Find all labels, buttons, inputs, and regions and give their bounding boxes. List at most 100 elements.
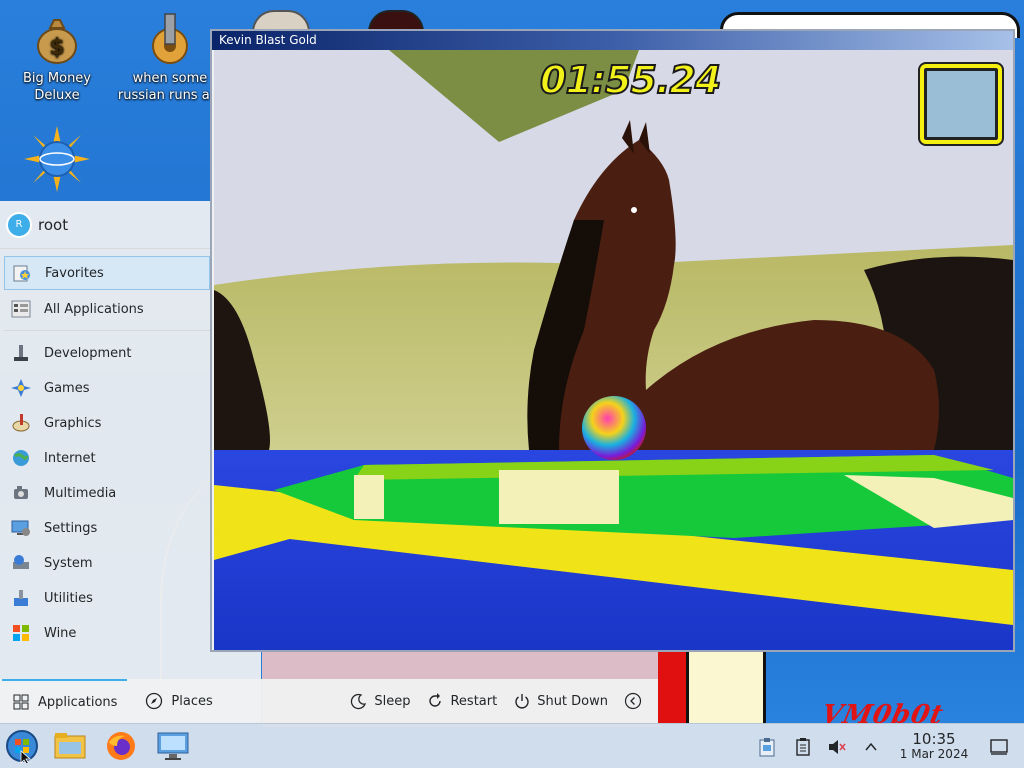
- launcher-item-label: Graphics: [44, 415, 102, 431]
- avatar: R: [6, 211, 32, 238]
- desktop-icon-label: when some russian runs a...: [117, 71, 223, 103]
- platform-stripe: [499, 470, 619, 524]
- game-timer: 01:55.24: [539, 57, 722, 103]
- clock[interactable]: 10:35 1 Mar 2024: [886, 729, 982, 762]
- sleep-label: Sleep: [374, 693, 411, 709]
- system-icon: [10, 552, 32, 574]
- launcher-divider: [4, 330, 210, 331]
- launcher-category-system[interactable]: System: [4, 546, 210, 580]
- clock-time: 10:35: [912, 729, 956, 748]
- launcher-item-label: System: [44, 555, 93, 571]
- start-menu-icon: [6, 730, 38, 763]
- gear-icon: [152, 13, 188, 64]
- launcher-item-label: Utilities: [44, 590, 93, 606]
- utilities-icon: [10, 587, 32, 609]
- system-settings-icon: [157, 732, 189, 760]
- clipboard-tray-button[interactable]: [756, 736, 778, 758]
- file-manager-icon: [54, 733, 86, 759]
- tab-label: Applications: [38, 694, 118, 710]
- launcher-item-label: Wine: [44, 625, 77, 641]
- game-viewport[interactable]: 01:55.24: [214, 50, 1013, 650]
- taskbar: 10:35 1 Mar 2024: [0, 723, 1024, 768]
- horse-eye: [631, 207, 637, 213]
- desktop-icon-label: Big Money Deluxe: [22, 71, 91, 103]
- clock-date: 1 Mar 2024: [899, 746, 969, 761]
- desktop-icon-globe[interactable]: [7, 126, 107, 196]
- application-launcher: R root Favorites All Applications Develo…: [0, 201, 211, 723]
- games-icon: [10, 377, 32, 399]
- shut-down-label: Shut Down: [537, 693, 608, 709]
- user-name: root: [38, 215, 69, 234]
- game-window[interactable]: Kevin Blast Gold 01:55.24: [210, 29, 1015, 652]
- volume-tray-button[interactable]: [826, 736, 848, 758]
- power-icon: [513, 692, 531, 710]
- wine-icon: [10, 622, 32, 644]
- compass-icon: [145, 692, 163, 710]
- launcher-category-internet[interactable]: Internet: [4, 441, 210, 475]
- restart-icon: [426, 692, 444, 710]
- desktop-icon-big-money[interactable]: $ Big Money Deluxe: [7, 12, 107, 104]
- sleep-icon: [350, 692, 368, 710]
- sleep-button[interactable]: Sleep: [342, 679, 418, 723]
- start-menu-button[interactable]: [4, 728, 40, 764]
- system-settings-button[interactable]: [155, 728, 191, 764]
- launcher-category-utilities[interactable]: Utilities: [4, 581, 210, 615]
- system-tray: 10:35 1 Mar 2024: [752, 724, 1024, 768]
- clipboard-icon: [759, 737, 775, 756]
- launcher-item-label: Favorites: [45, 265, 104, 281]
- restart-label: Restart: [450, 693, 498, 709]
- tab-places[interactable]: Places: [135, 679, 222, 723]
- shut-down-button[interactable]: Shut Down: [505, 679, 616, 723]
- launcher-item-label: Settings: [44, 520, 98, 536]
- wallpaper-red-bar: [658, 652, 686, 724]
- chevron-up-icon: [865, 742, 877, 750]
- multimedia-icon: [10, 482, 32, 504]
- money-bag-icon: $: [37, 19, 77, 64]
- marble-ball: [582, 396, 646, 460]
- show-desktop-icon: [990, 738, 1008, 755]
- launcher-item-label: Multimedia: [44, 485, 117, 501]
- launcher-item-favorites[interactable]: Favorites: [4, 256, 210, 290]
- volume-muted-icon: [829, 739, 846, 754]
- settings-icon: [10, 517, 32, 539]
- more-options-button[interactable]: [616, 679, 658, 723]
- show-desktop-button[interactable]: [988, 736, 1010, 758]
- launcher-user-header[interactable]: R root: [0, 201, 211, 249]
- launcher-category-wine[interactable]: Wine: [4, 616, 210, 650]
- launcher-category-development[interactable]: Development: [4, 336, 210, 370]
- favorites-icon: [11, 262, 33, 284]
- all-applications-icon: [10, 298, 32, 320]
- launcher-item-label: Development: [44, 345, 132, 361]
- wallpaper-paper: [686, 652, 766, 724]
- desktop-icon-russian[interactable]: when some russian runs a...: [117, 12, 223, 104]
- launcher-item-label: Internet: [44, 450, 96, 466]
- tray-expand-button[interactable]: [860, 736, 882, 758]
- svg-text:$: $: [49, 35, 64, 60]
- chevron-left-icon: [624, 692, 642, 710]
- internet-icon: [10, 447, 32, 469]
- launcher-category-games[interactable]: Games: [4, 371, 210, 405]
- game-scene: [214, 50, 1013, 650]
- tab-label: Places: [171, 693, 213, 709]
- globe-sun-icon: [24, 126, 90, 192]
- firefox-icon: [107, 732, 135, 760]
- graphics-icon: [10, 412, 32, 434]
- tab-applications[interactable]: Applications: [2, 679, 128, 723]
- launcher-category-settings[interactable]: Settings: [4, 511, 210, 545]
- restart-button[interactable]: Restart: [418, 679, 505, 723]
- launcher-category-multimedia[interactable]: Multimedia: [4, 476, 210, 510]
- firefox-button[interactable]: [103, 728, 139, 764]
- platform-stripe: [354, 475, 384, 519]
- grid-icon: [12, 693, 30, 711]
- file-manager-button[interactable]: [52, 728, 88, 764]
- launcher-footer: Applications Places Sleep Restart Shut D…: [0, 679, 658, 723]
- launcher-item-label: Games: [44, 380, 90, 396]
- launcher-item-label: All Applications: [44, 301, 144, 317]
- notes-icon: [796, 737, 810, 756]
- launcher-item-all-applications[interactable]: All Applications: [4, 292, 210, 326]
- development-icon: [10, 342, 32, 364]
- window-title[interactable]: Kevin Blast Gold: [212, 31, 1013, 50]
- notes-tray-button[interactable]: [792, 736, 814, 758]
- launcher-category-graphics[interactable]: Graphics: [4, 406, 210, 440]
- game-minimap: [920, 64, 1002, 144]
